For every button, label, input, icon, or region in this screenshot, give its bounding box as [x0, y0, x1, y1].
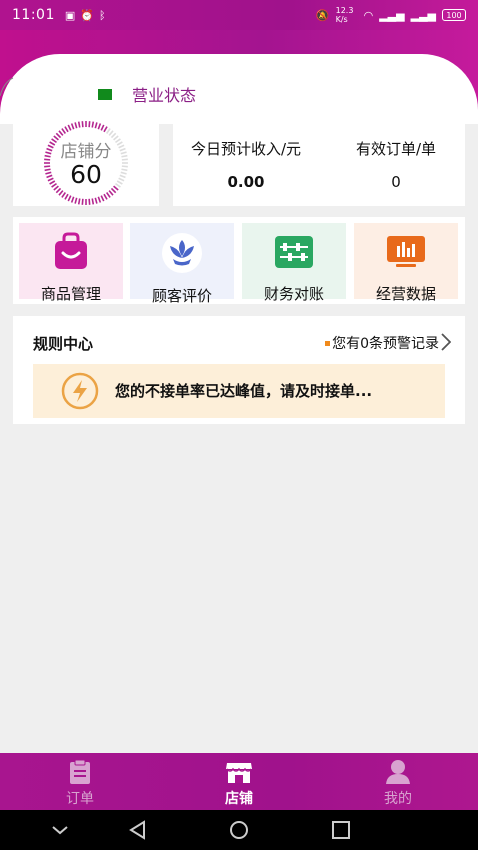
- rule-center-title: 规则中心: [33, 335, 94, 353]
- flower-icon: [161, 232, 203, 274]
- message-icon: ▣: [64, 8, 76, 22]
- rule-center-card: 规则中心 您有0条预警记录 您的不接单率已达峰值，请及时接单...: [13, 316, 465, 424]
- score-title: 店铺分: [60, 142, 112, 162]
- recents-icon[interactable]: [328, 818, 354, 842]
- clock: 11:01: [12, 7, 55, 23]
- revenue-value: 0.00: [227, 173, 265, 191]
- menu-item-business-data[interactable]: 经营数据: [354, 223, 458, 303]
- menu-label: 顾客评价: [151, 287, 212, 305]
- system-nav-bar: [0, 810, 478, 850]
- wifi-icon: ◠: [363, 8, 374, 22]
- lightning-icon: [61, 372, 99, 410]
- tab-orders[interactable]: 订单: [40, 753, 120, 810]
- status-indicator: [98, 88, 112, 100]
- menu-label: 财务对账: [263, 285, 324, 303]
- back-icon[interactable]: [125, 818, 151, 842]
- bluetooth-icon: ᛒ: [98, 8, 106, 22]
- bag-icon: [50, 232, 92, 272]
- chevron-right-icon[interactable]: [441, 333, 451, 351]
- income-card: 今日预计收入/元 0.00 有效订单/单 0: [173, 120, 465, 206]
- signal-icon: ▂▃▅: [410, 8, 436, 22]
- business-status[interactable]: 营业状态: [98, 82, 196, 106]
- network-speed: 12.3 K/s: [335, 6, 354, 24]
- warning-marker: [325, 340, 331, 346]
- bottom-tab-bar: 订单 店铺 我的: [0, 753, 478, 810]
- battery-level: 100: [446, 10, 462, 20]
- menu-item-finance[interactable]: 财务对账: [242, 223, 346, 303]
- tab-store[interactable]: 店铺: [199, 753, 279, 810]
- menu-item-products[interactable]: 商品管理: [19, 223, 123, 303]
- warning-banner[interactable]: 您的不接单率已达峰值，请及时接单...: [33, 364, 445, 418]
- chart-icon: [385, 232, 427, 272]
- battery-icon: 100: [442, 9, 466, 21]
- store-score-card[interactable]: 店铺分 60: [13, 120, 159, 206]
- warning-text: 您的不接单率已达峰值，请及时接单...: [115, 382, 373, 400]
- chevron-down-icon[interactable]: [47, 818, 73, 842]
- clipboard-icon: [66, 758, 94, 786]
- home-icon[interactable]: [226, 818, 252, 842]
- user-icon: [384, 758, 412, 786]
- status-label: 营业状态: [132, 86, 197, 105]
- orders-value: 0: [391, 173, 401, 191]
- menu-label: 经营数据: [375, 285, 436, 303]
- header-card: [0, 54, 478, 124]
- status-bar: 11:01 ▣ ⏰ ᛒ 🔕 12.3 K/s ◠ ▂▃▅ ▂▃▅ 100: [0, 0, 478, 30]
- tab-label: 店铺: [225, 791, 253, 807]
- warning-records-link[interactable]: 您有0条预警记录: [325, 333, 439, 353]
- tab-label: 我的: [384, 791, 412, 807]
- menu-item-reviews[interactable]: 顾客评价: [130, 223, 234, 305]
- tab-profile[interactable]: 我的: [358, 753, 438, 810]
- menu-label: 商品管理: [40, 285, 101, 303]
- warning-records-text: 您有0条预警记录: [332, 336, 439, 352]
- store-icon: [225, 758, 253, 786]
- signal-icon: ▂▃▅: [379, 8, 405, 22]
- score-value: 60: [70, 160, 102, 189]
- menu-panel: 商品管理 顾客评价 财务对账 经营数据: [13, 217, 465, 305]
- tab-label: 订单: [66, 791, 94, 807]
- main-area: [0, 118, 478, 753]
- abacus-icon: [273, 232, 315, 272]
- curve-icon: [0, 77, 14, 97]
- revenue-label: 今日预计收入/元: [190, 140, 302, 158]
- orders-label: 有效订单/单: [355, 140, 437, 158]
- alarm-icon: ⏰: [80, 8, 94, 22]
- mute-icon: 🔕: [315, 8, 330, 22]
